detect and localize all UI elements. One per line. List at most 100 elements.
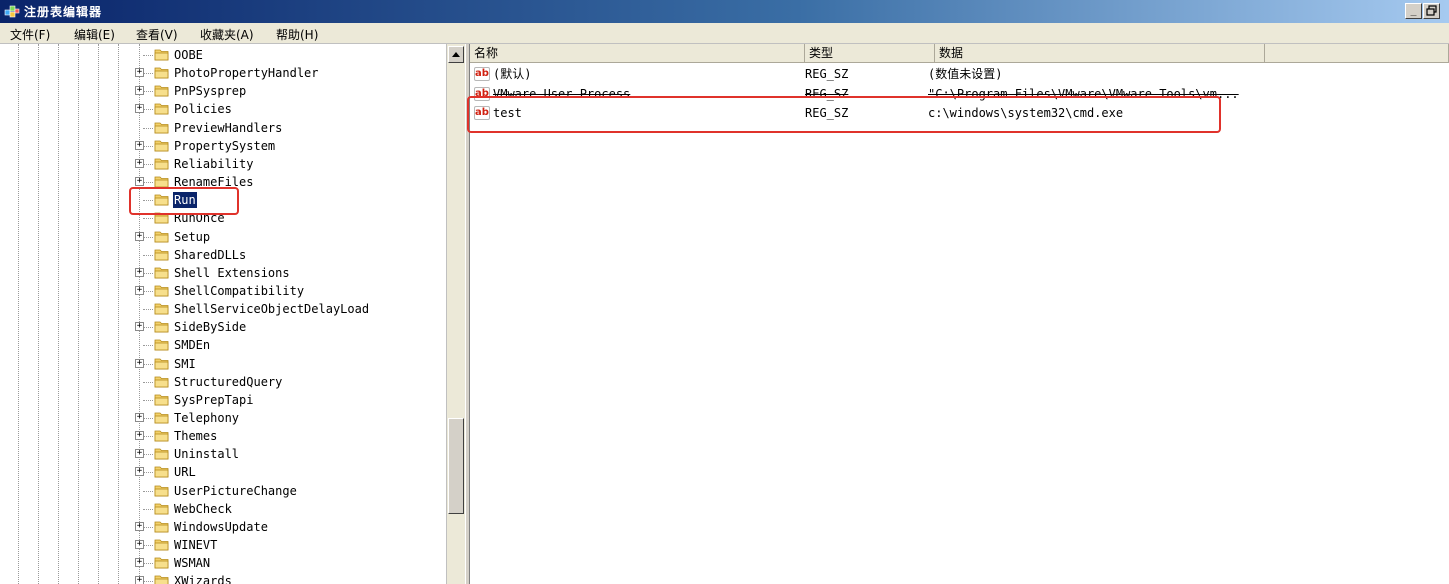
expand-plus-icon[interactable]: +: [135, 267, 144, 277]
menu-edit[interactable]: 编辑(E): [74, 26, 115, 43]
tree-scrollbar[interactable]: [446, 44, 465, 584]
column-header-data[interactable]: 数据: [935, 44, 1265, 63]
expand-plus-icon[interactable]: +: [135, 449, 144, 459]
tree-item-label[interactable]: SMDEn: [173, 337, 211, 353]
folder-icon: [154, 285, 169, 297]
tree-item[interactable]: + URL: [0, 463, 446, 481]
tree-item[interactable]: + Policies: [0, 100, 446, 118]
tree-item[interactable]: + PropertySystem: [0, 137, 446, 155]
tree-item[interactable]: + WINEVT: [0, 536, 446, 554]
expand-plus-icon[interactable]: +: [135, 68, 144, 78]
tree-item[interactable]: + SideBySide: [0, 318, 446, 336]
tree-item[interactable]: WebCheck: [0, 500, 446, 518]
expand-plus-icon[interactable]: +: [135, 521, 144, 531]
menu-favorites[interactable]: 收藏夹(A): [200, 26, 254, 43]
tree-item-label[interactable]: UserPictureChange: [173, 483, 298, 499]
tree-item[interactable]: + Reliability: [0, 155, 446, 173]
tree-item-label[interactable]: OOBE: [173, 47, 204, 63]
tree-item[interactable]: + PnPSysprep: [0, 82, 446, 100]
value-name: (默认): [493, 67, 532, 81]
expand-plus-icon[interactable]: +: [135, 104, 144, 114]
expand-plus-icon[interactable]: +: [135, 140, 144, 150]
tree-item-label[interactable]: Shell Extensions: [173, 265, 291, 281]
registry-key-tree[interactable]: OOBE + PhotoPropertyHandler + PnPSysprep + Pol…: [0, 44, 447, 584]
tree-item-label[interactable]: ShellCompatibility: [173, 283, 305, 299]
tree-item[interactable]: + XWizards: [0, 572, 446, 584]
tree-item-label[interactable]: SMI: [173, 356, 197, 372]
tree-item[interactable]: + Shell Extensions: [0, 264, 446, 282]
tree-item[interactable]: StructuredQuery: [0, 373, 446, 391]
tree-item[interactable]: + Setup: [0, 228, 446, 246]
tree-item-label[interactable]: Policies: [173, 101, 233, 117]
expand-plus-icon[interactable]: +: [135, 231, 144, 241]
menu-file[interactable]: 文件(F): [10, 26, 50, 43]
scroll-up-button[interactable]: [448, 46, 464, 63]
tree-item-label[interactable]: Reliability: [173, 156, 254, 172]
tree-item[interactable]: + Telephony: [0, 409, 446, 427]
tree-item[interactable]: PreviewHandlers: [0, 119, 446, 137]
column-header-type[interactable]: 类型: [805, 44, 935, 63]
column-header-name[interactable]: 名称: [470, 44, 805, 63]
tree-item-label[interactable]: Themes: [173, 428, 218, 444]
tree-item[interactable]: + WindowsUpdate: [0, 518, 446, 536]
tree-item-label[interactable]: SideBySide: [173, 319, 247, 335]
tree-item-label[interactable]: WSMAN: [173, 555, 211, 571]
expand-plus-icon[interactable]: +: [135, 413, 144, 422]
tree-item-label[interactable]: URL: [173, 464, 197, 480]
tree-item[interactable]: SharedDLLs: [0, 246, 446, 264]
tree-item-label[interactable]: PhotoPropertyHandler: [173, 65, 320, 81]
tree-item-label[interactable]: XWizards: [173, 573, 233, 584]
folder-icon: [154, 303, 169, 315]
tree-item[interactable]: + WSMAN: [0, 554, 446, 572]
folder-icon: [154, 521, 169, 533]
tree-item-label[interactable]: ShellServiceObjectDelayLoad: [173, 301, 370, 317]
tree-item-label[interactable]: WINEVT: [173, 537, 218, 553]
tree-item[interactable]: + SMI: [0, 355, 446, 373]
expand-plus-icon[interactable]: +: [135, 431, 144, 441]
tree-item[interactable]: + ShellCompatibility: [0, 282, 446, 300]
tree-item-label[interactable]: Uninstall: [173, 446, 240, 462]
tree-connector-line: [144, 436, 153, 438]
value-data: (数值未设置): [928, 67, 1003, 81]
tree-item[interactable]: ShellServiceObjectDelayLoad: [0, 300, 446, 318]
string-value-icon: ab: [474, 67, 490, 81]
tree-item-label[interactable]: SysPrepTapi: [173, 392, 254, 408]
expand-plus-icon[interactable]: +: [135, 358, 144, 368]
menu-view[interactable]: 查看(V): [136, 26, 178, 43]
tree-connector-line: [143, 345, 153, 347]
tree-item[interactable]: UserPictureChange: [0, 482, 446, 500]
tree-item[interactable]: + PhotoPropertyHandler: [0, 64, 446, 82]
expand-plus-icon[interactable]: +: [135, 576, 144, 584]
expand-plus-icon[interactable]: +: [135, 177, 144, 187]
expand-plus-icon[interactable]: +: [135, 86, 144, 96]
tree-item[interactable]: + Uninstall: [0, 445, 446, 463]
tree-item-label[interactable]: SharedDLLs: [173, 247, 247, 263]
expand-plus-icon[interactable]: +: [135, 467, 144, 477]
tree-item-label[interactable]: PreviewHandlers: [173, 120, 283, 136]
minimize-button[interactable]: _: [1405, 3, 1422, 19]
tree-item-label[interactable]: WindowsUpdate: [173, 519, 269, 535]
folder-icon: [154, 448, 169, 460]
tree-item-label[interactable]: PnPSysprep: [173, 83, 247, 99]
scroll-thumb[interactable]: [448, 418, 464, 514]
folder-icon: [154, 503, 169, 515]
tree-item[interactable]: + Themes: [0, 427, 446, 445]
expand-plus-icon[interactable]: +: [135, 322, 144, 332]
tree-item[interactable]: SysPrepTapi: [0, 391, 446, 409]
tree-item-label[interactable]: StructuredQuery: [173, 374, 283, 390]
folder-icon: [154, 412, 169, 424]
title-bar[interactable]: 注册表编辑器 _: [0, 0, 1449, 23]
restore-button[interactable]: [1423, 3, 1440, 19]
value-row[interactable]: ab (默认) REG_SZ (数值未设置): [470, 65, 1449, 83]
expand-plus-icon[interactable]: +: [135, 558, 144, 568]
expand-plus-icon[interactable]: +: [135, 540, 144, 550]
tree-item-label[interactable]: Setup: [173, 229, 211, 245]
tree-item[interactable]: OOBE: [0, 46, 446, 64]
menu-help[interactable]: 帮助(H): [276, 26, 318, 43]
tree-item-label[interactable]: Telephony: [173, 410, 240, 426]
tree-item-label[interactable]: WebCheck: [173, 501, 233, 517]
tree-item-label[interactable]: PropertySystem: [173, 138, 276, 154]
expand-plus-icon[interactable]: +: [135, 158, 144, 168]
expand-plus-icon[interactable]: +: [135, 285, 144, 295]
tree-item[interactable]: SMDEn: [0, 336, 446, 354]
